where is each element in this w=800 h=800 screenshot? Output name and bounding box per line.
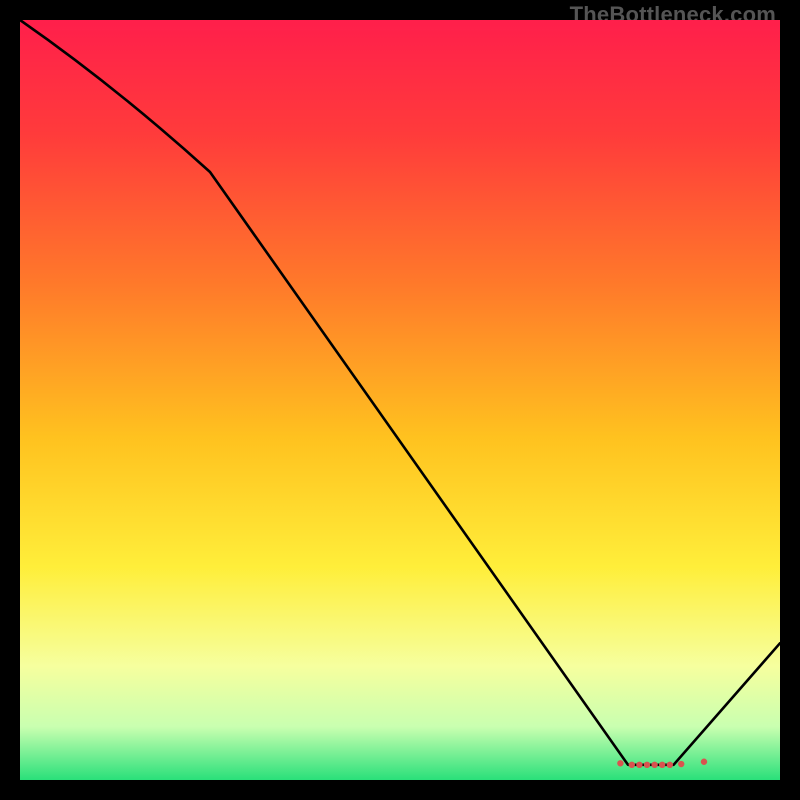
marker-dot xyxy=(701,759,707,765)
heat-background xyxy=(20,20,780,780)
chart-frame xyxy=(20,20,780,780)
marker-dot xyxy=(678,761,684,767)
marker-dot xyxy=(644,762,650,768)
marker-dot xyxy=(636,762,642,768)
marker-dot xyxy=(659,762,665,768)
marker-dot xyxy=(629,762,635,768)
chart-svg xyxy=(20,20,780,780)
marker-dot xyxy=(617,760,623,766)
marker-dot xyxy=(667,762,673,768)
marker-dot xyxy=(651,762,657,768)
